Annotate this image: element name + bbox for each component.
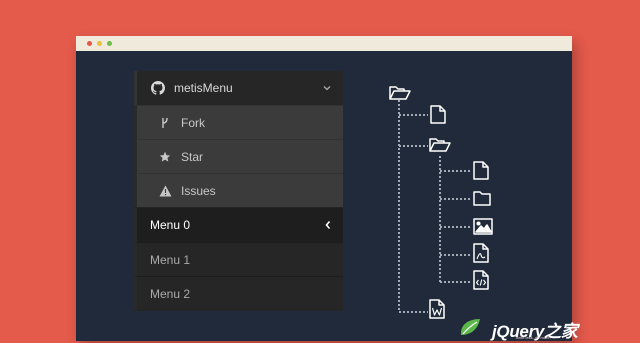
menu-item-label: Menu 1 [150,252,191,267]
menu-item-2[interactable]: Menu 2 [134,276,343,310]
menu-item-issues[interactable]: Issues [134,173,343,207]
menu-item-label: Menu 2 [150,286,191,301]
menu-item-label: Issues [181,183,216,198]
brand-tagline: write less, do more. [516,335,551,340]
browser-window: metisMenu Fork Star Issues Menu 0 Menu 1… [76,36,572,341]
fork-icon [158,116,172,130]
close-dot[interactable] [87,41,92,46]
minimize-dot[interactable] [97,41,102,46]
menu-item-label: Star [181,149,204,164]
metis-menu: metisMenu Fork Star Issues Menu 0 Menu 1… [134,71,343,311]
menu-header-metismenu[interactable]: metisMenu [134,71,343,105]
star-icon [158,150,172,164]
menu-item-1[interactable]: Menu 1 [134,242,343,276]
menu-item-label: Fork [181,115,205,130]
maximize-dot[interactable] [107,41,112,46]
chevron-down-icon [323,85,331,91]
menu-header-label: metisMenu [174,81,233,95]
menu-item-star[interactable]: Star [134,139,343,173]
leaf-logo-icon [458,316,488,343]
github-icon [151,81,165,95]
warning-icon [158,184,172,198]
chevron-left-icon [325,220,331,230]
jquery-zhijia-logo: jQuery之家 write less, do more. [458,316,578,343]
menu-item-label: Menu 0 [150,218,191,232]
menu-item-0[interactable]: Menu 0 [134,208,343,242]
menu-item-fork[interactable]: Fork [134,105,343,139]
window-titlebar [76,36,572,51]
